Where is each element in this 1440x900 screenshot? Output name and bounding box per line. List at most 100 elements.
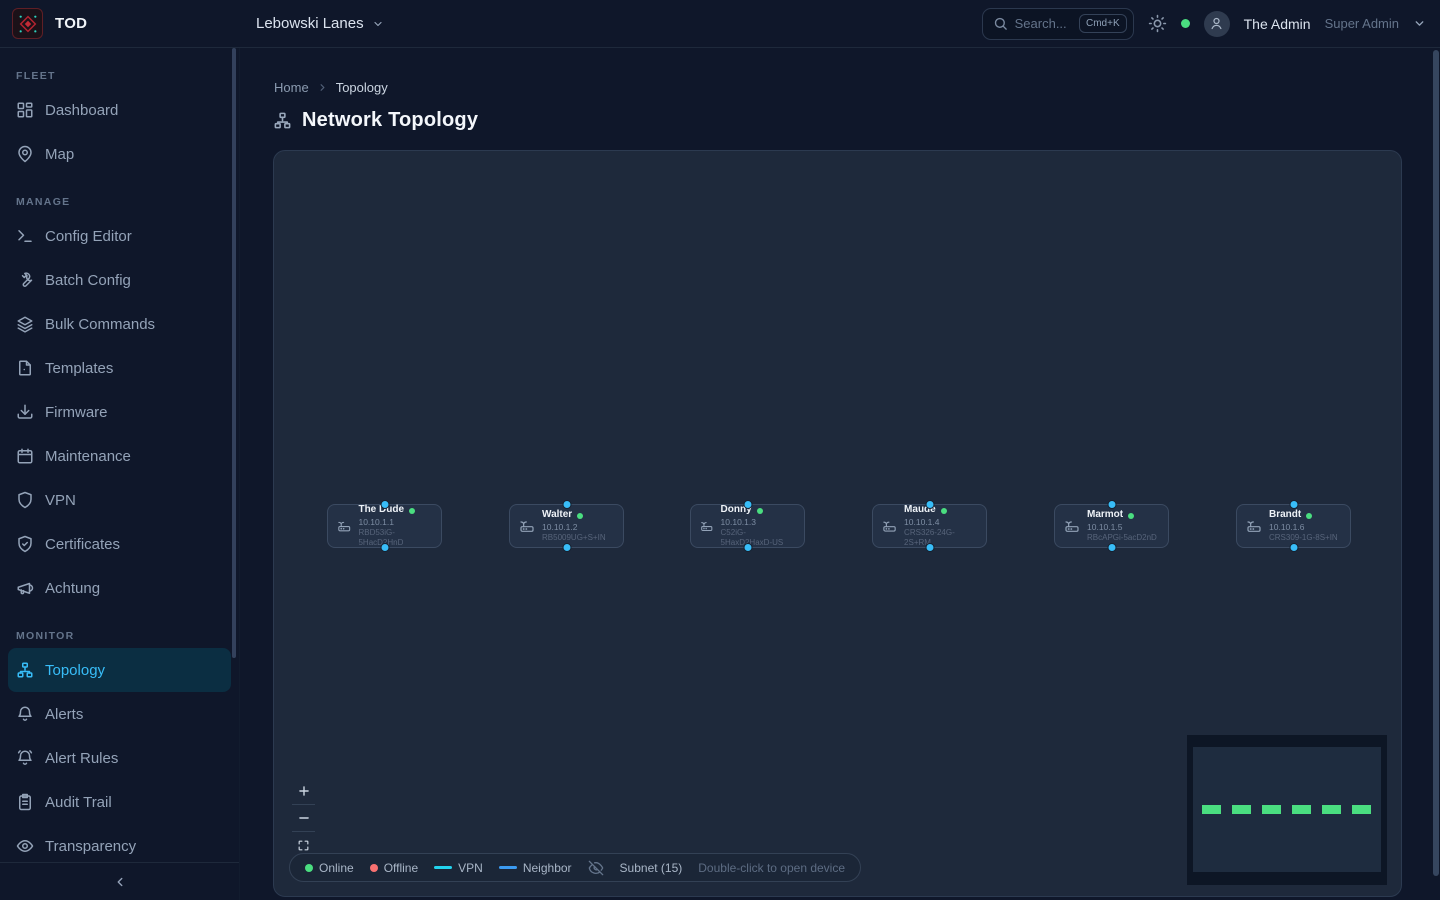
sidebar-item-topology[interactable]: Topology — [8, 648, 231, 692]
node-name: Marmot — [1087, 509, 1123, 522]
megaphone-icon — [16, 579, 34, 597]
sidebar-item-label: Achtung — [45, 580, 100, 597]
file-icon — [16, 359, 34, 377]
connection-status-dot — [1181, 19, 1190, 28]
sidebar-item-dashboard[interactable]: Dashboard — [8, 88, 231, 132]
zoom-in-button[interactable] — [292, 777, 315, 804]
sidebar-item-certificates[interactable]: Certificates — [8, 522, 231, 566]
bell-ring-icon — [16, 749, 34, 767]
sidebar-item-config-editor[interactable]: Config Editor — [8, 214, 231, 258]
org-selector[interactable]: Lebowski Lanes — [256, 15, 384, 32]
search-input[interactable]: Search... Cmd+K — [982, 8, 1134, 40]
zoom-out-button[interactable] — [292, 804, 315, 831]
node-ip: 10.10.1.6 — [1269, 522, 1338, 533]
online-status-dot — [1128, 513, 1134, 519]
sidebar-item-label: Templates — [45, 360, 113, 377]
sidebar-item-audit-trail[interactable]: Audit Trail — [8, 780, 231, 824]
minimap[interactable] — [1187, 735, 1387, 885]
sidebar-item-label: Audit Trail — [45, 794, 112, 811]
sidebar-item-vpn[interactable]: VPN — [8, 478, 231, 522]
node-name: Donny — [721, 504, 752, 517]
brand: TOD — [0, 8, 240, 39]
sidebar: FLEET Dashboard Map MANAGE Config Editor… — [0, 48, 240, 900]
sidebar-item-label: Transparency — [45, 838, 136, 855]
sidebar-item-label: VPN — [45, 492, 76, 509]
node-info: Maude 10.10.1.4 CRS326-24G-2S+RM — [904, 504, 977, 547]
page-title: Network Topology — [302, 109, 478, 132]
node-name: Walter — [542, 509, 572, 522]
org-name: Lebowski Lanes — [256, 15, 364, 32]
sidebar-item-label: Topology — [45, 662, 105, 679]
app-logo-icon — [12, 8, 43, 39]
offline-dot — [370, 864, 378, 872]
node-ip: 10.10.1.4 — [904, 517, 977, 528]
avatar[interactable] — [1204, 11, 1230, 37]
sidebar-item-map[interactable]: Map — [8, 132, 231, 176]
sidebar-collapse-button[interactable] — [0, 862, 239, 900]
topology-node-marmot[interactable]: Marmot 10.10.1.5 RBcAPGi-5acD2nD — [1054, 504, 1169, 548]
topology-canvas[interactable]: The Dude 10.10.1.1 RBD53iG-5HacD2HnD Wal… — [273, 150, 1402, 897]
sidebar-item-bulk-commands[interactable]: Bulk Commands — [8, 302, 231, 346]
user-menu-chevron-icon[interactable] — [1413, 17, 1426, 30]
section-title-monitor: MONITOR — [0, 622, 239, 648]
sidebar-item-label: Maintenance — [45, 448, 131, 465]
router-icon — [1246, 518, 1262, 534]
node-name: The Dude — [358, 504, 404, 517]
eye-off-icon[interactable] — [588, 860, 604, 876]
wrench-icon — [16, 271, 34, 289]
canvas-controls — [292, 777, 315, 858]
legend-subnet-label: Subnet (15) — [620, 861, 683, 875]
online-status-dot — [941, 508, 947, 514]
topology-node-the-dude[interactable]: The Dude 10.10.1.1 RBD53iG-5HacD2HnD — [327, 504, 442, 548]
node-name: Brandt — [1269, 509, 1301, 522]
search-icon — [993, 16, 1008, 31]
minimap-node — [1262, 805, 1281, 814]
fit-view-icon — [297, 839, 310, 852]
sidebar-item-batch-config[interactable]: Batch Config — [8, 258, 231, 302]
page-scrollbar[interactable] — [1433, 50, 1439, 876]
node-ip: 10.10.1.3 — [721, 517, 795, 528]
sidebar-item-alert-rules[interactable]: Alert Rules — [8, 736, 231, 780]
bell-icon — [16, 705, 34, 723]
legend-neighbor: Neighbor — [499, 861, 572, 875]
sidebar-item-templates[interactable]: Templates — [8, 346, 231, 390]
topology-node-walter[interactable]: Walter 10.10.1.2 RB5009UG+S+IN — [509, 504, 624, 548]
layers-icon — [16, 315, 34, 333]
chevron-right-icon — [317, 82, 328, 93]
legend-online: Online — [305, 861, 354, 875]
sidebar-item-achtung[interactable]: Achtung — [8, 566, 231, 610]
topology-legend: Online Offline VPN Neighbor Subnet (15) … — [289, 853, 861, 882]
node-model: RBD53iG-5HacD2HnD — [358, 528, 432, 548]
search-placeholder: Search... — [1015, 16, 1072, 31]
topology-node-maude[interactable]: Maude 10.10.1.4 CRS326-24G-2S+RM — [872, 504, 987, 548]
theme-toggle-icon[interactable] — [1148, 14, 1167, 33]
minimap-node — [1352, 805, 1371, 814]
node-name: Maude — [904, 504, 936, 517]
sidebar-item-maintenance[interactable]: Maintenance — [8, 434, 231, 478]
sidebar-scrollbar[interactable] — [232, 48, 236, 658]
app-title: TOD — [55, 15, 87, 32]
sidebar-item-firmware[interactable]: Firmware — [8, 390, 231, 434]
online-status-dot — [409, 508, 415, 514]
sidebar-item-label: Firmware — [45, 404, 108, 421]
router-icon — [337, 518, 351, 534]
node-info: Marmot 10.10.1.5 RBcAPGi-5acD2nD — [1087, 509, 1157, 542]
user-role-badge: Super Admin — [1325, 16, 1399, 31]
sidebar-nav: FLEET Dashboard Map MANAGE Config Editor… — [0, 48, 239, 868]
node-model: RBcAPGi-5acD2nD — [1087, 533, 1157, 543]
minimap-node — [1292, 805, 1311, 814]
node-model: CRS309-1G-8S+IN — [1269, 533, 1338, 543]
topbar: TOD Lebowski Lanes Search... Cmd+K The A… — [0, 0, 1440, 48]
minimap-nodes — [1202, 805, 1371, 814]
router-icon — [700, 518, 714, 534]
download-icon — [16, 403, 34, 421]
sidebar-item-alerts[interactable]: Alerts — [8, 692, 231, 736]
legend-offline: Offline — [370, 861, 418, 875]
sidebar-item-label: Dashboard — [45, 102, 118, 119]
online-status-dot — [757, 508, 763, 514]
breadcrumb-home-link[interactable]: Home — [274, 80, 309, 95]
topology-node-brandt[interactable]: Brandt 10.10.1.6 CRS309-1G-8S+IN — [1236, 504, 1351, 548]
plus-icon — [297, 784, 311, 798]
topology-node-donny[interactable]: Donny 10.10.1.3 C52iG-5HaxD2HaxD-US — [690, 504, 805, 548]
sidebar-item-label: Alert Rules — [45, 750, 118, 767]
